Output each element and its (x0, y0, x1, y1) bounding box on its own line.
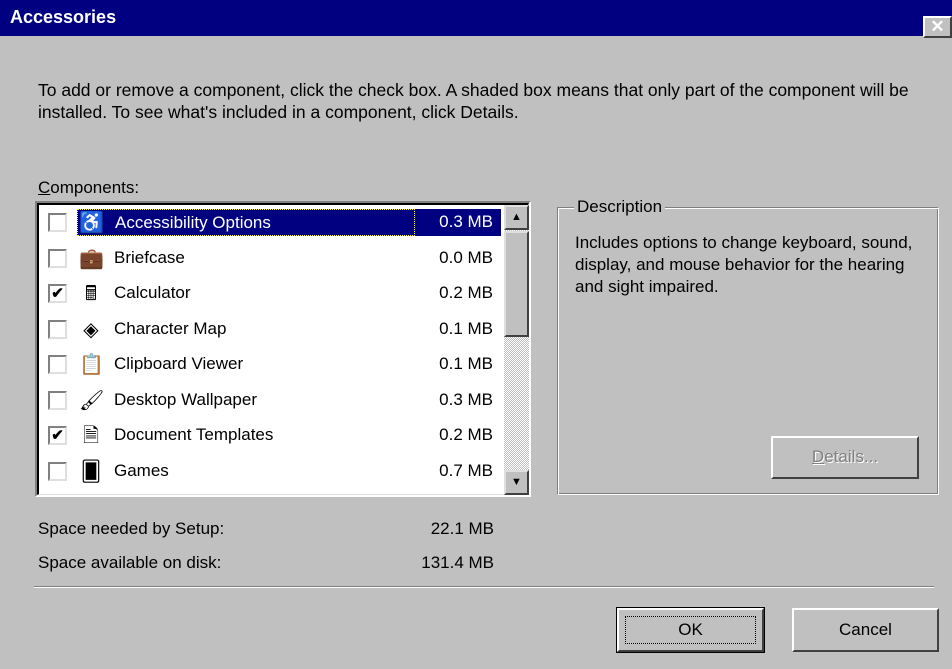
component-name-cell[interactable]: Games (77, 458, 415, 485)
ok-button[interactable]: OK (616, 607, 765, 653)
close-button[interactable]: ✕ (923, 16, 952, 38)
component-size-cell: 0.0 MB (415, 245, 501, 272)
component-size: 0.2 MB (439, 283, 493, 302)
games-icon: 🂠 (80, 460, 102, 483)
character-map-icon: ◈ (83, 318, 99, 341)
component-size: 0.3 MB (439, 389, 493, 409)
component-row[interactable]: Games 🂠 0.7 MB (41, 454, 501, 488)
component-size-cell: 0.7 MB (415, 458, 501, 485)
clipboard-icon: 📋 (79, 354, 104, 376)
component-name: Briefcase (114, 247, 185, 267)
component-name: Character Map (114, 318, 227, 338)
briefcase-icon: 💼 (79, 247, 104, 270)
checkmark-icon: ✔ (51, 285, 64, 302)
component-name: Games (114, 460, 169, 480)
calculator-icon: 🖩 (85, 283, 97, 305)
instructions-text: To add or remove a component, click the … (38, 80, 909, 122)
component-row[interactable]: Accessibility Options ♿ 0.3 MB (41, 205, 501, 239)
component-size-cell: 0.2 MB (415, 280, 501, 307)
component-checkbox[interactable] (48, 355, 67, 374)
component-name: Accessibility Options (115, 213, 271, 232)
scroll-up-button[interactable]: ▲ (504, 205, 529, 230)
scroll-thumb[interactable] (504, 231, 529, 337)
space-needed-label: Space needed by Setup: (38, 519, 225, 538)
details-button[interactable]: Details... (771, 436, 919, 479)
component-name: Document Templates (114, 425, 274, 444)
component-size-cell: 0.1 MB (415, 316, 501, 343)
component-name-cell[interactable]: Accessibility Options (77, 209, 415, 236)
listbox-frame: Accessibility Options ♿ 0.3 MB Briefcase 💼 0.… (37, 203, 529, 495)
space-needed-value: 22.1 MB (430, 519, 494, 538)
component-size-cell: 0.2 MB (415, 422, 501, 449)
component-row[interactable]: Clipboard Viewer 📋 0.1 MB (41, 347, 501, 381)
vertical-scrollbar[interactable]: ▲ ▼ (504, 205, 529, 495)
component-checkbox[interactable] (48, 390, 67, 410)
space-available-value: 131.4 MB (421, 553, 494, 572)
component-size: 0.1 MB (439, 318, 493, 338)
scroll-down-button[interactable]: ▼ (504, 470, 529, 495)
close-icon: ✕ (930, 17, 945, 36)
description-text: Includes options to change keyboard, sou… (575, 233, 913, 296)
title-bar: Accessories ✕ (0, 0, 952, 38)
component-row[interactable]: Briefcase 💼 0.0 MB (41, 241, 501, 275)
window-title: Accessories (10, 7, 117, 27)
component-checkbox[interactable]: ✔ (48, 426, 67, 445)
component-size-cell: 0.1 MB (415, 351, 501, 378)
component-name-cell[interactable]: Briefcase (77, 245, 415, 272)
component-name: Desktop Wallpaper (114, 389, 257, 409)
component-checkbox[interactable] (48, 248, 67, 268)
component-checkbox[interactable] (48, 213, 67, 232)
component-name: Clipboard Viewer (114, 354, 244, 373)
component-name-cell[interactable]: Document Templates (77, 422, 415, 449)
component-size: 0.3 MB (439, 212, 493, 231)
component-checkbox[interactable]: ✔ (48, 284, 67, 303)
description-legend: Description (574, 197, 666, 217)
cancel-button[interactable]: Cancel (792, 608, 939, 652)
component-size: 0.2 MB (439, 425, 493, 444)
component-name: Calculator (114, 283, 191, 302)
component-checkbox[interactable] (48, 461, 67, 481)
arrow-down-icon: ▼ (511, 476, 522, 488)
components-listbox[interactable]: Accessibility Options ♿ 0.3 MB Briefcase 💼 0.… (35, 201, 531, 497)
component-name-cell[interactable]: Desktop Wallpaper (77, 387, 415, 414)
component-size: 0.0 MB (439, 247, 493, 267)
component-row[interactable]: Character Map ◈ 0.1 MB (41, 312, 501, 346)
component-row[interactable]: ✔ Document Templates 🗎 0.2 MB (41, 418, 501, 452)
separator (34, 586, 934, 588)
checkmark-icon: ✔ (51, 427, 64, 444)
space-available-label: Space available on disk: (38, 553, 222, 572)
document-template-icon: 🗎 (82, 425, 100, 447)
wallpaper-icon: 🖌 (79, 389, 105, 412)
arrow-up-icon: ▲ (511, 211, 522, 223)
focus-rect (625, 616, 756, 644)
component-size-cell: 0.3 MB (415, 387, 501, 414)
components-label: Components: (38, 178, 140, 197)
component-checkbox[interactable] (48, 319, 67, 339)
component-size: 0.7 MB (439, 460, 493, 480)
component-size: 0.1 MB (439, 354, 493, 373)
component-name-cell[interactable]: Clipboard Viewer (77, 351, 415, 378)
component-size-cell: 0.3 MB (415, 209, 501, 236)
component-name-cell[interactable]: Calculator (77, 280, 415, 307)
component-row[interactable]: Desktop Wallpaper 🖌 0.3 MB (41, 383, 501, 417)
component-name-cell[interactable]: Character Map (77, 316, 415, 343)
component-row[interactable]: ✔ Calculator 🖩 0.2 MB (41, 276, 501, 310)
accessibility-icon: ♿ (79, 212, 104, 234)
